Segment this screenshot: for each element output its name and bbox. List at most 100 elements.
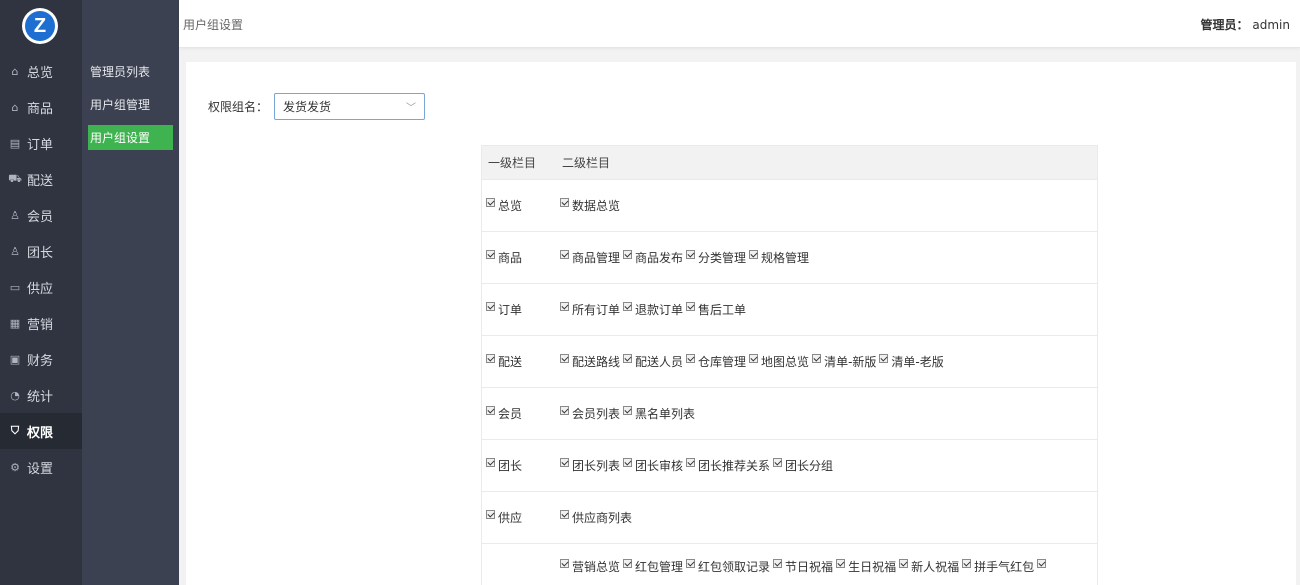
checkbox-checked-icon[interactable]	[486, 249, 495, 259]
nav-item-0[interactable]: ⌂ 总览	[0, 53, 82, 89]
subnav-item-0[interactable]: 管理员列表	[88, 59, 173, 84]
second-level-checkbox[interactable]: 配送人员	[623, 353, 683, 369]
checkbox-checked-icon[interactable]	[686, 301, 696, 311]
checkbox-checked-icon[interactable]	[962, 558, 972, 568]
second-level-checkbox[interactable]: 拼手气红包	[962, 558, 1034, 574]
checkbox-checked-icon[interactable]	[623, 249, 633, 259]
second-level-checkbox[interactable]: 供应商列表	[560, 509, 632, 525]
checkbox-checked-icon[interactable]	[623, 301, 633, 311]
second-level-checkbox[interactable]: 团长分组	[773, 457, 833, 473]
second-level-checkbox[interactable]: 节日祝福	[773, 558, 833, 574]
second-level-checkbox[interactable]: 会员列表	[560, 405, 620, 421]
checkbox-checked-icon[interactable]	[486, 353, 495, 363]
nav-item-6[interactable]: ▭ 供应	[0, 269, 82, 305]
second-level-checkbox[interactable]: 红包领取记录	[686, 558, 770, 574]
second-level-checkbox[interactable]: 所有订单	[560, 301, 620, 317]
admin-name[interactable]: admin	[1252, 18, 1290, 32]
second-level-checkbox[interactable]: 商品发布	[623, 249, 683, 265]
checkbox-checked-icon[interactable]	[836, 558, 846, 568]
first-level-checkbox[interactable]: 团长	[486, 457, 522, 473]
checkbox-checked-icon[interactable]	[560, 353, 569, 363]
nav-item-4[interactable]: ♙ 会员	[0, 197, 82, 233]
finance-icon: ▣	[9, 352, 21, 366]
checkbox-checked-icon[interactable]	[623, 353, 633, 363]
second-level-checkbox[interactable]: 仓库管理	[686, 353, 746, 369]
checkbox-checked-icon[interactable]	[879, 353, 889, 363]
checkbox-checked-icon[interactable]	[899, 558, 909, 568]
second-level-checkbox[interactable]: 配送路线	[560, 353, 620, 369]
checkbox-checked-icon[interactable]	[623, 558, 633, 568]
checkbox-label: 营销总览	[572, 559, 621, 574]
checkbox-checked-icon[interactable]	[773, 558, 783, 568]
checkbox-checked-icon[interactable]	[686, 558, 696, 568]
checkbox-checked-icon[interactable]	[773, 457, 783, 467]
nav-item-5[interactable]: ♙ 团长	[0, 233, 82, 269]
second-level-checkbox[interactable]: 黑名单列表	[623, 405, 695, 421]
checkbox-checked-icon[interactable]	[749, 249, 759, 259]
checkbox-label: 团长审核	[635, 458, 684, 473]
app-logo[interactable]: Z	[22, 8, 58, 44]
first-level-checkbox[interactable]: 订单	[486, 301, 522, 317]
checkbox-label: 供应	[498, 510, 523, 525]
second-level-checkbox[interactable]: 生日祝福	[836, 558, 896, 574]
checkbox-checked-icon[interactable]	[486, 197, 495, 207]
checkbox-checked-icon[interactable]	[560, 457, 569, 467]
checkbox-checked-icon[interactable]	[686, 353, 696, 363]
checkbox-checked-icon[interactable]	[560, 197, 569, 207]
second-level-checkbox[interactable]: 团长推荐关系	[686, 457, 770, 473]
nav-item-9[interactable]: ◔ 统计	[0, 377, 82, 413]
nav-item-7[interactable]: ▦ 营销	[0, 305, 82, 341]
checkbox-checked-icon[interactable]	[560, 509, 569, 519]
nav-item-1[interactable]: ⌂ 商品	[0, 89, 82, 125]
first-level-checkbox[interactable]: 会员	[486, 405, 522, 421]
group-name-select[interactable]: 发货发货 ﹀	[274, 93, 426, 120]
nav-item-10[interactable]: ⛉ 权限	[0, 413, 82, 449]
checkbox-checked-icon[interactable]	[560, 405, 569, 415]
second-level-checkbox[interactable]: 商品管理	[560, 249, 620, 265]
first-level-checkbox[interactable]: 总览	[486, 197, 522, 213]
first-level-checkbox[interactable]: 商品	[486, 249, 522, 265]
first-level-checkbox[interactable]: 供应	[486, 509, 522, 525]
column-header-first-level: 一级栏目	[488, 156, 537, 170]
second-level-cell: 团长列表 团长审核 团长推荐关系 团长分组	[556, 440, 1097, 491]
checkbox-checked-icon[interactable]	[812, 353, 822, 363]
first-level-cell: 商品	[482, 232, 556, 283]
nav-item-11[interactable]: ⚙ 设置	[0, 449, 82, 485]
checkbox-checked-icon[interactable]	[486, 405, 495, 415]
second-level-checkbox[interactable]: 团长列表	[560, 457, 620, 473]
second-level-checkbox[interactable]: 规格管理	[749, 249, 809, 265]
checkbox-checked-icon[interactable]	[623, 457, 633, 467]
checkbox-checked-icon[interactable]	[560, 558, 569, 568]
subnav-item-2[interactable]: 用户组设置	[88, 125, 173, 150]
second-level-checkbox[interactable]: 售后工单	[686, 301, 746, 317]
second-level-cell: 数据总览	[556, 180, 1097, 231]
nav-item-8[interactable]: ▣ 财务	[0, 341, 82, 377]
second-level-checkbox[interactable]: 清单-老版	[879, 353, 944, 369]
first-level-checkbox[interactable]: 配送	[486, 353, 522, 369]
second-level-checkbox[interactable]	[1037, 558, 1049, 574]
second-level-checkbox[interactable]: 新人祝福	[899, 558, 959, 574]
checkbox-checked-icon[interactable]	[686, 249, 696, 259]
checkbox-checked-icon[interactable]	[560, 249, 569, 259]
subnav-item-1[interactable]: 用户组管理	[88, 92, 173, 117]
checkbox-checked-icon[interactable]	[686, 457, 696, 467]
second-level-checkbox[interactable]: 分类管理	[686, 249, 746, 265]
checkbox-checked-icon[interactable]	[749, 353, 759, 363]
checkbox-checked-icon[interactable]	[486, 457, 495, 467]
second-level-checkbox[interactable]: 退款订单	[623, 301, 683, 317]
second-level-checkbox[interactable]: 地图总览	[749, 353, 809, 369]
group-name-select-value: 发货发货	[283, 100, 332, 114]
checkbox-checked-icon[interactable]	[486, 509, 495, 519]
checkbox-checked-icon[interactable]	[560, 301, 569, 311]
second-level-checkbox[interactable]: 清单-新版	[812, 353, 876, 369]
nav-item-2[interactable]: ▤ 订单	[0, 125, 82, 161]
second-level-checkbox[interactable]: 团长审核	[623, 457, 683, 473]
checkbox-label: 团长	[498, 458, 523, 473]
checkbox-checked-icon[interactable]	[1037, 558, 1047, 568]
second-level-checkbox[interactable]: 数据总览	[560, 197, 620, 213]
checkbox-checked-icon[interactable]	[623, 405, 633, 415]
second-level-checkbox[interactable]: 营销总览	[560, 558, 620, 574]
second-level-checkbox[interactable]: 红包管理	[623, 558, 683, 574]
nav-item-3[interactable]: ⛟ 配送	[0, 161, 82, 197]
checkbox-checked-icon[interactable]	[486, 301, 495, 311]
